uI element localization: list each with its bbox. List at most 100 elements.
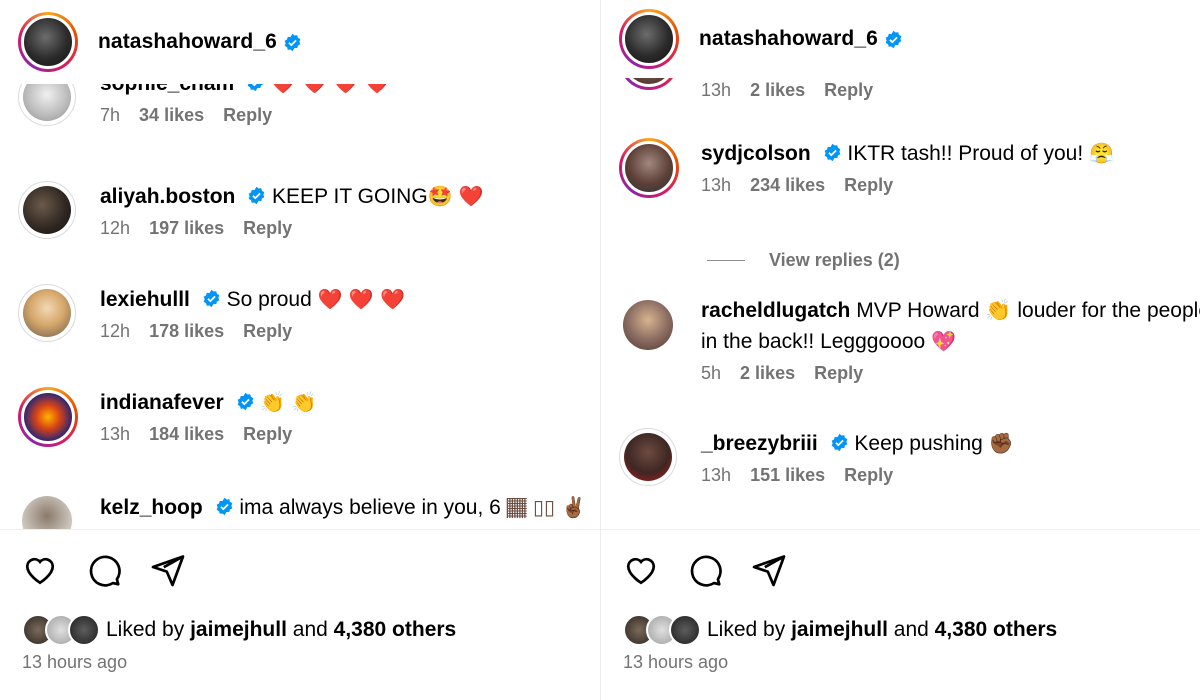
- share-icon[interactable]: [150, 552, 186, 588]
- comment-text: racheldlugatch MVP Howard 👏 louder for t…: [701, 296, 1200, 357]
- commenter-username[interactable]: kelz_hoop: [100, 496, 203, 519]
- comment-icon[interactable]: [687, 552, 723, 588]
- commenter-username[interactable]: aliyah.boston: [100, 185, 235, 208]
- heart-emoji: ❤️ ❤️ ❤️ ❤️: [271, 84, 390, 95]
- reply-button[interactable]: Reply: [243, 424, 292, 444]
- comments-list: sophie_cham ❤️ ❤️ ❤️ ❤️ 7h 34 likes Repl…: [0, 84, 600, 529]
- heart-icon[interactable]: [623, 552, 659, 588]
- owner-username[interactable]: natashahoward_6: [98, 30, 277, 54]
- commenter-avatar[interactable]: [619, 138, 679, 198]
- comment-likes[interactable]: 151 likes: [750, 465, 825, 485]
- comment-item: sydjcolson IKTR tash!! Proud of you! 😤 1…: [619, 138, 1200, 198]
- post-header: natashahoward_6: [0, 0, 600, 84]
- commenter-username[interactable]: sophie_cham: [100, 84, 234, 95]
- commenter-avatar[interactable]: [18, 181, 76, 239]
- comment-item: indianafever 👏 👏 13h 184 likes Reply: [18, 387, 600, 447]
- reply-button[interactable]: Reply: [243, 321, 292, 341]
- comment-time: 5h: [701, 363, 722, 383]
- comment-likes[interactable]: 184 likes: [149, 424, 224, 444]
- comment-likes[interactable]: 34 likes: [139, 105, 204, 125]
- verified-icon: [284, 33, 301, 51]
- comment-likes[interactable]: 197 likes: [149, 218, 224, 238]
- commenter-avatar[interactable]: [18, 84, 76, 126]
- liked-by-prefix: Liked by: [707, 618, 786, 641]
- comment-item: sophie_cham ❤️ ❤️ ❤️ ❤️ 7h 34 likes Repl…: [18, 84, 600, 126]
- post-time-ago: 13 hours ago: [623, 652, 729, 672]
- comment-likes[interactable]: 178 likes: [149, 321, 224, 341]
- clap-emoji: 👏 👏: [260, 390, 317, 414]
- comment-item: racheldlugatch MVP Howard 👏 louder for t…: [619, 296, 1200, 384]
- commenter-username[interactable]: lexiehulll: [100, 288, 190, 311]
- emoji-reaction: 😤: [1089, 141, 1114, 165]
- heart-icon[interactable]: [22, 552, 58, 588]
- commenter-username[interactable]: racheldlugatch: [701, 299, 850, 322]
- commenter-avatar[interactable]: [619, 428, 677, 486]
- comment-time: 12h: [100, 218, 131, 238]
- commenter-avatar[interactable]: [18, 387, 78, 447]
- comment-text: indianafever 👏 👏: [100, 387, 600, 418]
- comment-body: So proud: [226, 288, 312, 311]
- view-replies-label: View replies (2): [769, 250, 900, 270]
- liked-by-others[interactable]: 4,380 others: [334, 618, 457, 642]
- comment-body: ima always believe in you, 6: [239, 496, 501, 519]
- owner-username[interactable]: natashahoward_6: [699, 27, 878, 51]
- comment-likes[interactable]: 234 likes: [750, 175, 825, 195]
- liked-by: Liked by jaimejhull and 4,380 others: [22, 614, 456, 646]
- comment-icon[interactable]: [86, 552, 122, 588]
- reply-button[interactable]: Reply: [844, 465, 893, 485]
- comment-time: 13h: [701, 465, 732, 485]
- liked-by-prefix: Liked by: [106, 618, 185, 641]
- comment-text: lexiehulll So proud ❤️ ❤️ ❤️: [100, 284, 600, 315]
- reply-button[interactable]: Reply: [814, 363, 863, 383]
- liked-by-others[interactable]: 4,380 others: [935, 618, 1058, 642]
- replies-divider: [707, 260, 745, 261]
- owner-avatar[interactable]: [18, 12, 78, 72]
- emoji-reaction: 🏾 ▯▯ ✌🏾: [506, 495, 587, 519]
- comment-time: 7h: [100, 105, 121, 125]
- reply-button[interactable]: Reply: [243, 218, 292, 238]
- commenter-avatar[interactable]: [18, 284, 76, 342]
- comment-meta: 13h 184 likes Reply: [100, 424, 600, 445]
- comments-list: 13h 2 likes Reply sydjcolson IKTR tash!!…: [601, 78, 1200, 529]
- verified-icon: [203, 289, 220, 308]
- reply-button[interactable]: Reply: [844, 175, 893, 195]
- liker-avatars: [22, 614, 100, 646]
- commenter-username[interactable]: sydjcolson: [701, 142, 811, 165]
- commenter-username[interactable]: _breezybriii: [701, 432, 818, 455]
- heart-emoji: 💖: [931, 329, 956, 353]
- verified-icon: [885, 30, 902, 48]
- commenter-avatar[interactable]: [619, 78, 679, 90]
- comment-text: kelz_hoop ima always believe in you, 6 🏾…: [100, 492, 600, 523]
- view-replies-button[interactable]: View replies (2): [707, 250, 900, 271]
- verified-icon: [824, 143, 840, 162]
- liked-by-user[interactable]: jaimejhull: [190, 618, 287, 642]
- left-post-panel: natashahoward_6 sophie_cham ❤️ ❤️ ❤️ ❤️ …: [0, 0, 600, 700]
- comment-body: KEEP IT GOING: [272, 185, 428, 208]
- verified-icon: [237, 392, 253, 411]
- comment-text: _breezybriii Keep pushing ✊🏾: [701, 428, 1200, 459]
- comment-item: kelz_hoop ima always believe in you, 6 🏾…: [18, 492, 600, 529]
- comment-time: 13h: [701, 80, 732, 100]
- commenter-avatar[interactable]: [619, 296, 677, 354]
- owner-avatar[interactable]: [619, 9, 679, 69]
- right-post-panel: natashahoward_6 13h 2 likes Reply sydjco…: [600, 0, 1200, 700]
- share-icon[interactable]: [751, 552, 787, 588]
- comment-likes[interactable]: 2 likes: [750, 80, 805, 100]
- comment-item: aliyah.boston KEEP IT GOING🤩 ❤️ 12h 197 …: [18, 181, 600, 239]
- verified-icon: [247, 84, 264, 92]
- emoji-reaction: 🤩 ❤️: [427, 184, 484, 208]
- comment-text: sydjcolson IKTR tash!! Proud of you! 😤: [701, 138, 1200, 169]
- reply-button[interactable]: Reply: [824, 80, 873, 100]
- post-actions-bar: Liked by jaimejhull and 4,380 others 13 …: [0, 529, 600, 700]
- post-header: natashahoward_6: [601, 0, 1200, 78]
- reply-button[interactable]: Reply: [223, 105, 272, 125]
- liked-by: Liked by jaimejhull and 4,380 others: [623, 614, 1057, 646]
- comment-text: sophie_cham ❤️ ❤️ ❤️ ❤️: [100, 84, 600, 99]
- liked-by-user[interactable]: jaimejhull: [791, 618, 888, 642]
- commenter-avatar[interactable]: [18, 492, 76, 529]
- commenter-username[interactable]: indianafever: [100, 391, 224, 414]
- comment-item: 13h 2 likes Reply: [619, 78, 1200, 101]
- avatar: [68, 614, 100, 646]
- comment-likes[interactable]: 2 likes: [740, 363, 795, 383]
- comment-time: 13h: [701, 175, 732, 195]
